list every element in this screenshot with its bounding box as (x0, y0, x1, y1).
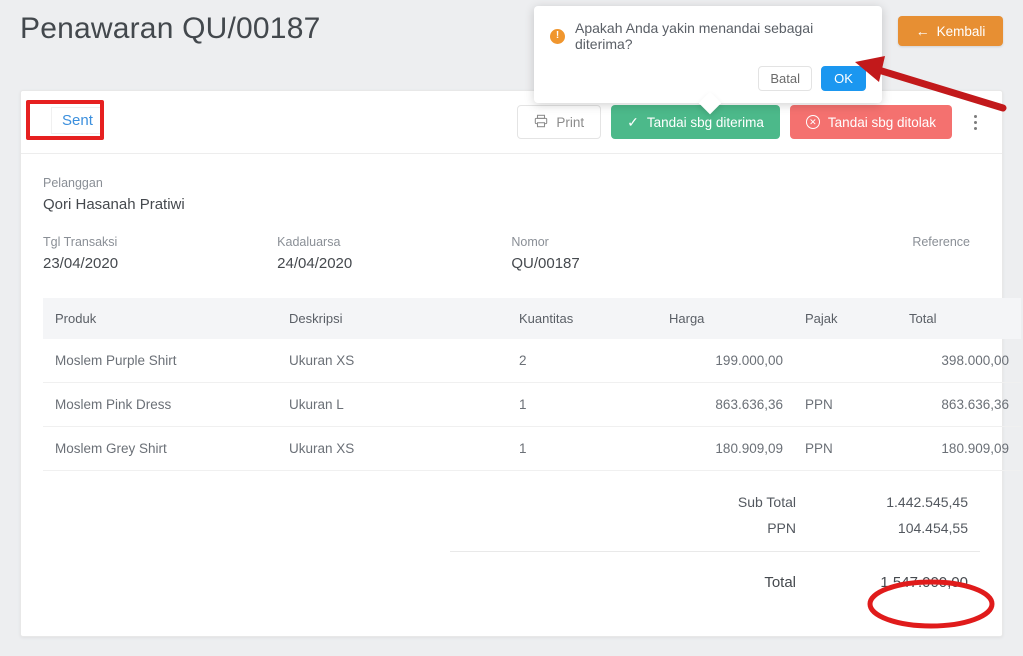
print-button[interactable]: Print (517, 105, 601, 139)
confirmation-popover: ! Apakah Anda yakin menandai sebagai dit… (534, 6, 882, 103)
subtotal-label: Sub Total (450, 494, 820, 510)
table-row: Moslem Grey Shirt Ukuran XS 1 180.909,09… (43, 427, 1021, 471)
check-icon: ✓ (627, 115, 639, 129)
cell-harga: 180.909,09 (661, 427, 791, 471)
header-pajak: Pajak (791, 298, 901, 339)
number-label: Nomor (511, 235, 745, 249)
grand-total-row: Total 1.547.000,00 (450, 551, 980, 596)
cell-kuantitas: 1 (511, 427, 661, 471)
reference-label: Reference (746, 235, 971, 249)
cell-kuantitas: 2 (511, 339, 661, 383)
tax-value: 104.454,55 (820, 520, 980, 536)
tax-label: PPN (450, 520, 820, 536)
grand-total-label: Total (450, 574, 820, 591)
table-header-row: Produk Deskripsi Kuantitas Harga Pajak T… (43, 298, 1021, 339)
cell-harga: 863.636,36 (661, 383, 791, 427)
mark-as-rejected-button[interactable]: ✕ Tandai sbg ditolak (790, 105, 952, 139)
status-badge[interactable]: Sent (51, 107, 104, 134)
customer-block: Pelanggan Qori Hasanah Pratiwi (43, 176, 980, 213)
mark-as-accepted-label: Tandai sbg diterima (647, 115, 764, 130)
printer-icon (534, 114, 548, 131)
number-field: Nomor QU/00187 (511, 235, 745, 272)
cell-produk: Moslem Pink Dress (43, 383, 281, 427)
cell-pajak (791, 339, 901, 383)
back-button-label: Kembali (937, 24, 986, 39)
back-button[interactable]: ← Kembali (898, 16, 1003, 46)
cell-pajak: PPN (791, 427, 901, 471)
card-body: Pelanggan Qori Hasanah Pratiwi Tgl Trans… (21, 154, 1002, 596)
cell-total: 863.636,36 (901, 383, 1021, 427)
items-table: Produk Deskripsi Kuantitas Harga Pajak T… (43, 298, 1021, 471)
header-deskripsi: Deskripsi (281, 298, 511, 339)
header-harga: Harga (661, 298, 791, 339)
toolbar-actions: Print ✓ Tandai sbg diterima ✕ Tandai sbg… (517, 105, 986, 139)
grand-total-value: 1.547.000,00 (820, 574, 980, 591)
cell-pajak: PPN (791, 383, 901, 427)
transaction-date-label: Tgl Transaksi (43, 235, 277, 249)
expiry-date-field: Kadaluarsa 24/04/2020 (277, 235, 511, 272)
mark-as-accepted-button[interactable]: ✓ Tandai sbg diterima (611, 105, 780, 139)
totals-section: Sub Total 1.442.545,45 PPN 104.454,55 To… (43, 489, 980, 596)
expiry-date-value: 24/04/2020 (277, 255, 511, 272)
cell-kuantitas: 1 (511, 383, 661, 427)
cell-produk: Moslem Grey Shirt (43, 427, 281, 471)
transaction-date-value: 23/04/2020 (43, 255, 277, 272)
cell-total: 180.909,09 (901, 427, 1021, 471)
cell-harga: 199.000,00 (661, 339, 791, 383)
warning-exclamation-icon: ! (550, 29, 565, 44)
header-kuantitas: Kuantitas (511, 298, 661, 339)
popover-message-row: ! Apakah Anda yakin menandai sebagai dit… (550, 20, 866, 52)
header-produk: Produk (43, 298, 281, 339)
customer-value: Qori Hasanah Pratiwi (43, 196, 980, 213)
mark-as-rejected-label: Tandai sbg ditolak (828, 115, 936, 130)
table-row: Moslem Pink Dress Ukuran L 1 863.636,36 … (43, 383, 1021, 427)
x-circle-icon: ✕ (806, 115, 820, 129)
cell-deskripsi: Ukuran XS (281, 339, 511, 383)
reference-field: Reference (746, 235, 981, 272)
meta-row: Tgl Transaksi 23/04/2020 Kadaluarsa 24/0… (43, 235, 980, 272)
arrow-left-icon: ← (916, 24, 930, 38)
tax-row: PPN 104.454,55 (450, 515, 980, 541)
cell-total: 398.000,00 (901, 339, 1021, 383)
cell-produk: Moslem Purple Shirt (43, 339, 281, 383)
print-button-label: Print (556, 115, 584, 130)
customer-label: Pelanggan (43, 176, 980, 190)
subtotal-value: 1.442.545,45 (820, 494, 980, 510)
quotation-card: Sent Print ✓ Tandai sbg diterima ✕ Tan (20, 90, 1003, 637)
popover-actions: Batal OK (550, 66, 866, 91)
popover-cancel-button[interactable]: Batal (758, 66, 812, 91)
number-value: QU/00187 (511, 255, 745, 272)
popover-ok-button[interactable]: OK (821, 66, 866, 91)
kebab-menu-icon[interactable] (964, 105, 986, 139)
page-title: Penawaran QU/00187 (20, 12, 320, 46)
subtotal-row: Sub Total 1.442.545,45 (450, 489, 980, 515)
expiry-date-label: Kadaluarsa (277, 235, 511, 249)
cell-deskripsi: Ukuran L (281, 383, 511, 427)
transaction-date-field: Tgl Transaksi 23/04/2020 (43, 235, 277, 272)
cell-deskripsi: Ukuran XS (281, 427, 511, 471)
table-row: Moslem Purple Shirt Ukuran XS 2 199.000,… (43, 339, 1021, 383)
header-total: Total (901, 298, 1021, 339)
popover-message: Apakah Anda yakin menandai sebagai diter… (575, 20, 866, 52)
